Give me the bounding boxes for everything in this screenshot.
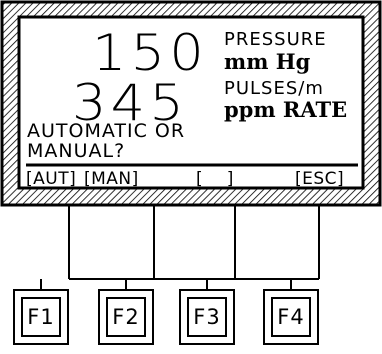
f3-key[interactable]: F3: [179, 289, 235, 345]
softkey-label-f4: [ESC]: [295, 169, 345, 189]
f1-key[interactable]: F1: [13, 289, 69, 345]
softkey-label-f2: [MAN]: [84, 169, 139, 189]
f2-key[interactable]: F2: [98, 289, 154, 345]
prompt-line-2: MANUAL?: [27, 140, 126, 162]
f4-key-label: F4: [271, 297, 311, 337]
prompt-line-1: AUTOMATIC OR: [27, 120, 186, 142]
f4-key[interactable]: F4: [263, 289, 319, 345]
pressure-value: 150: [92, 24, 209, 82]
softkey-label-f3: [ ]: [196, 169, 234, 189]
pressure-label: PRESSURE: [224, 29, 327, 50]
f3-key-label: F3: [187, 297, 227, 337]
pressure-unit: mm Hg: [224, 49, 311, 74]
pulse-label: PULSES/m: [224, 78, 324, 99]
f1-key-label: F1: [21, 297, 61, 337]
monitor-panel: 150 PRESSURE mm Hg 345 PULSES/m ppm RATE…: [0, 0, 382, 354]
f2-key-label: F2: [106, 297, 146, 337]
pulse-unit: ppm RATE: [224, 97, 348, 122]
softkey-label-f1: [AUT]: [26, 169, 77, 189]
